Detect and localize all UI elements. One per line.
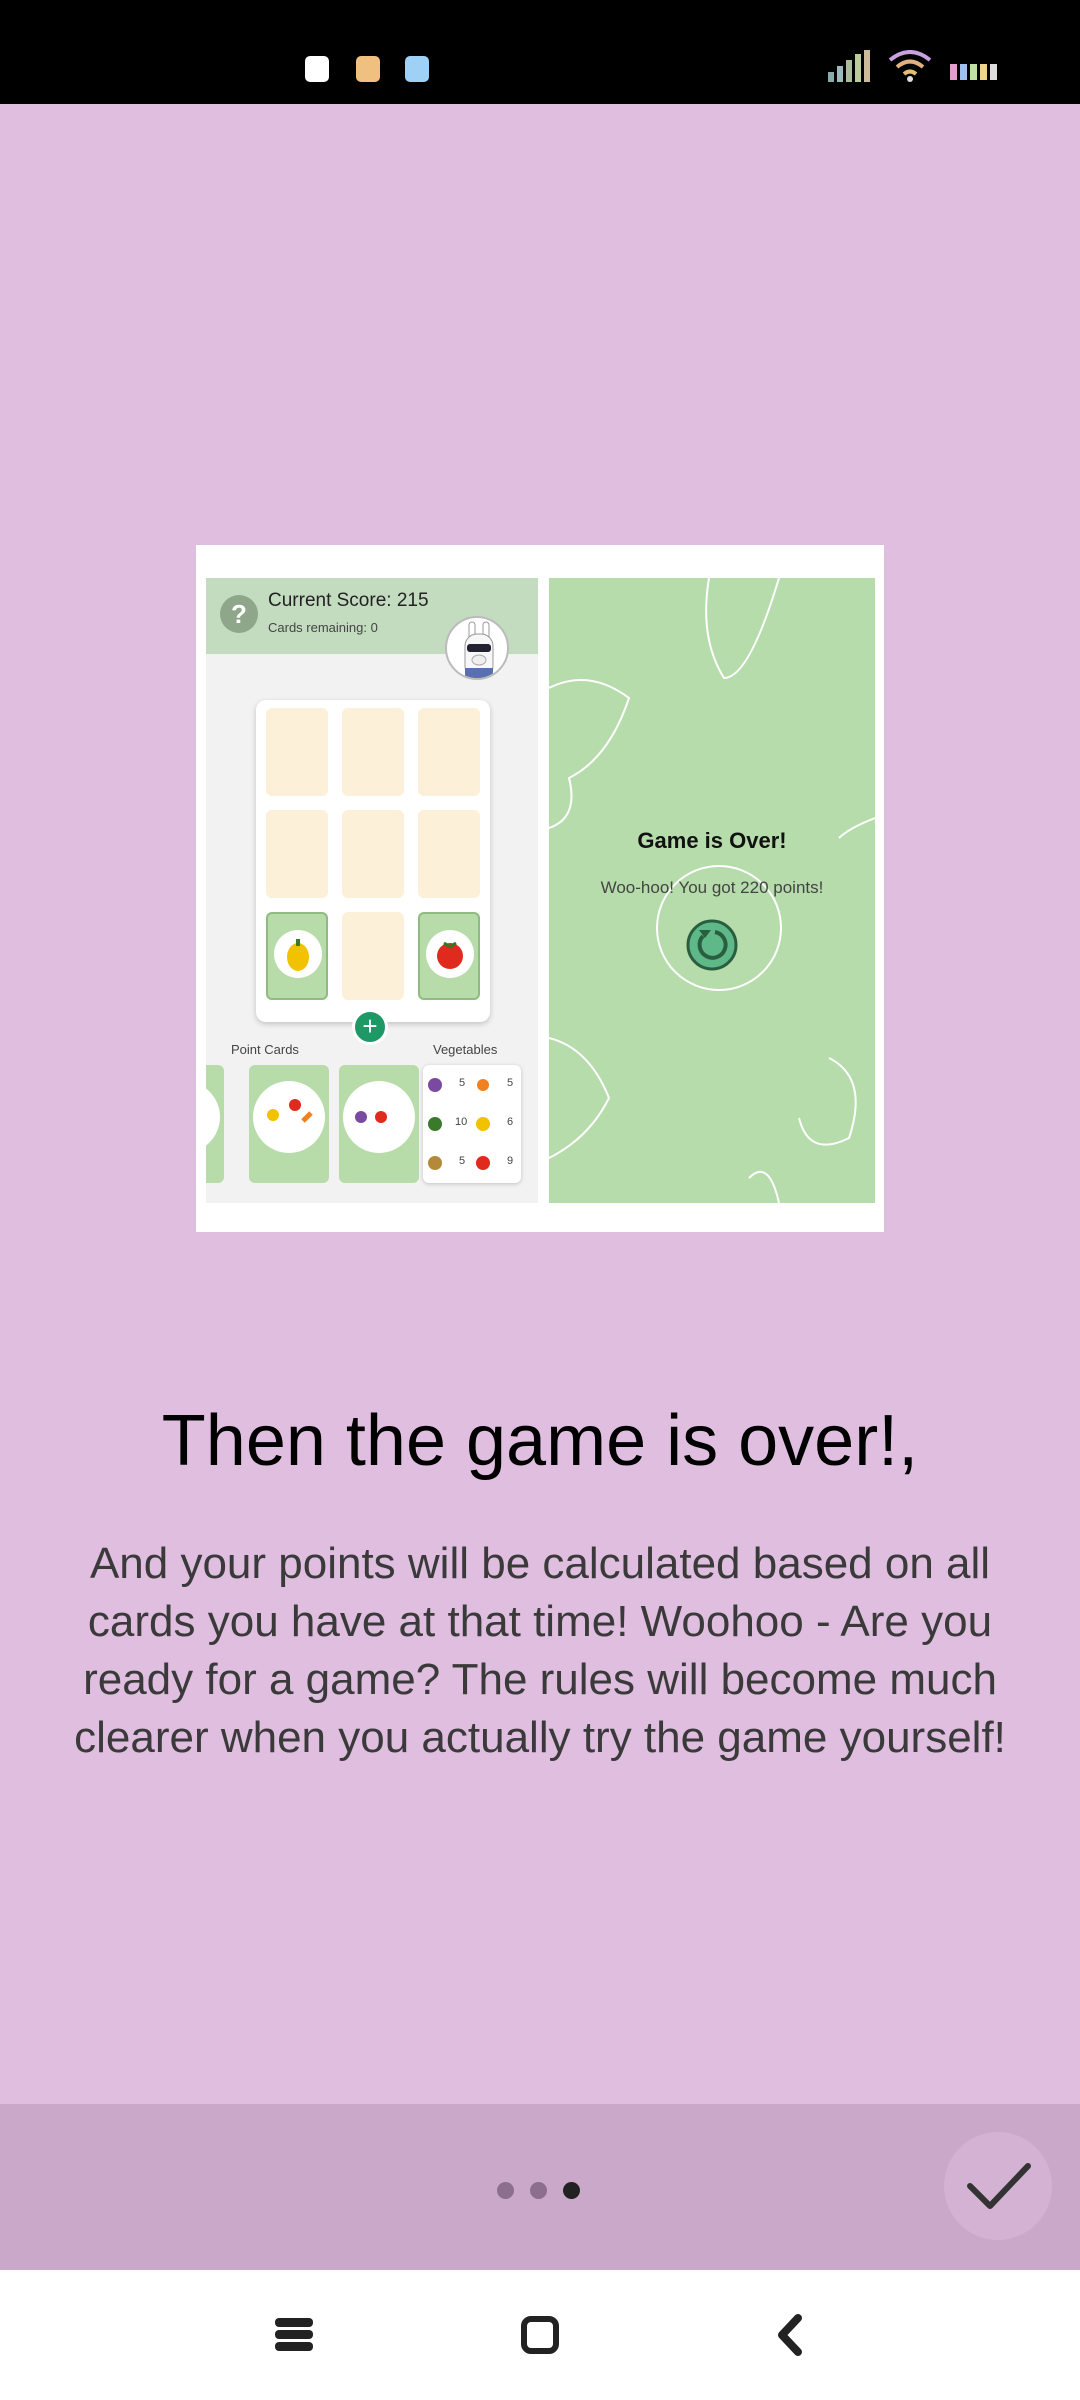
back-icon[interactable]: [766, 2310, 816, 2360]
tutorial-illustration: ? Current Score: 215 Cards remaining: 0: [196, 545, 884, 1232]
page-title: Then the game is over!,: [161, 1401, 919, 1481]
add-icon: +: [352, 1009, 388, 1045]
tomato-card: [418, 912, 480, 1000]
page-dot[interactable]: [530, 2182, 547, 2199]
system-navigation-bar: [0, 2270, 1080, 2400]
card-slot: [266, 708, 328, 796]
battery-icon: [950, 64, 997, 80]
veg-value: 6: [507, 1116, 514, 1128]
point-cards-label: Point Cards: [231, 1042, 299, 1057]
point-card: [206, 1065, 224, 1183]
veg-value: 10: [455, 1116, 468, 1128]
done-button[interactable]: [944, 2132, 1052, 2240]
card-slot: [342, 708, 404, 796]
restart-icon: [686, 919, 738, 971]
cards-remaining: Cards remaining: 0: [268, 620, 378, 635]
game-over-title: Game is Over!: [637, 828, 787, 853]
game-board-panel: ? Current Score: 215 Cards remaining: 0: [206, 578, 538, 1203]
home-icon[interactable]: [515, 2310, 565, 2360]
onboarding-footer: [0, 2104, 1080, 2270]
signal-icon: [828, 50, 870, 82]
current-score: Current Score: 215: [268, 590, 429, 611]
check-icon: [967, 2163, 1031, 2209]
veg-value: 5: [459, 1077, 466, 1089]
wifi-icon: [888, 50, 932, 82]
page-description: And your points will be calculated based…: [74, 1539, 1006, 1762]
page-dot[interactable]: [497, 2182, 514, 2199]
mail-icon: [405, 56, 429, 82]
point-card: [249, 1065, 329, 1183]
card-board: [256, 700, 490, 1022]
pepper-card: [266, 912, 328, 1000]
game-over-message: Woo-hoo! You got 220 points!: [600, 878, 824, 897]
veg-value: 5: [459, 1155, 466, 1167]
veg-value: 5: [507, 1077, 514, 1089]
game-over-panel: Game is Over! Woo-hoo! You got 220 point…: [549, 578, 875, 1203]
veg-value: 9: [507, 1155, 514, 1167]
card-slot: [266, 810, 328, 898]
card-slot: [418, 708, 480, 796]
vegetables-label: Vegetables: [433, 1042, 498, 1057]
notification-app-icon: [356, 56, 380, 82]
notification-app-icon: [305, 56, 329, 82]
card-slot: [418, 810, 480, 898]
status-bar: [0, 0, 1080, 104]
recent-apps-icon[interactable]: [269, 2310, 319, 2360]
page-dot-active[interactable]: [563, 2182, 580, 2199]
point-card: [339, 1065, 419, 1183]
llama-avatar: [445, 616, 509, 680]
vegetable-points-table: 5 5 10 6 5 9: [423, 1065, 521, 1183]
help-icon: ?: [220, 595, 258, 633]
card-slot: [342, 810, 404, 898]
card-slot: [342, 912, 404, 1000]
page-indicator: [497, 2182, 580, 2199]
